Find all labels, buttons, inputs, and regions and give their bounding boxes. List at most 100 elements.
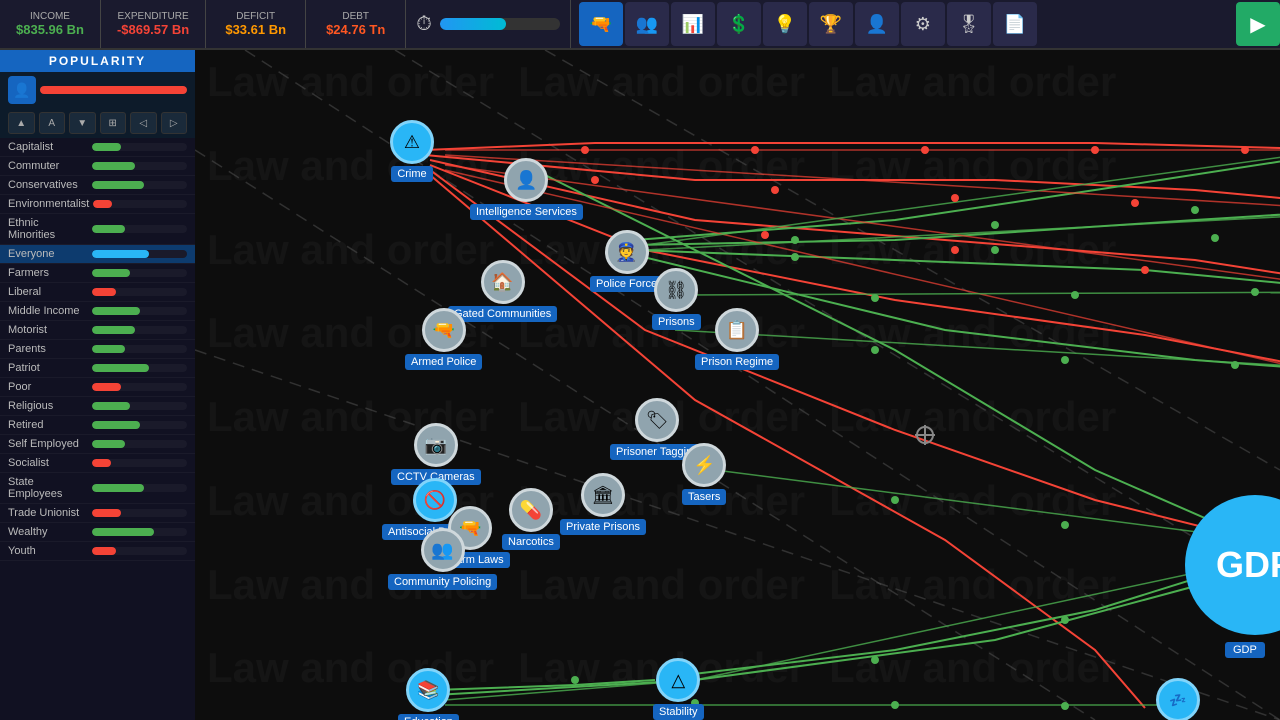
voter-bar-inner <box>92 547 116 555</box>
pop-ctrl-2[interactable]: A <box>39 112 66 134</box>
voter-item-patriot[interactable]: Patriot <box>0 359 195 378</box>
toolbar-btn-law-order[interactable]: 🔫 <box>579 2 623 46</box>
voter-name: State Employees <box>8 476 88 500</box>
voter-item-middle-income[interactable]: Middle Income <box>0 302 195 321</box>
voter-item-trade-unionist[interactable]: Trade Unionist <box>0 504 195 523</box>
voter-bar-outer <box>92 225 187 233</box>
timer-fill <box>440 18 506 30</box>
voter-bar-outer <box>92 459 187 467</box>
node-armed-police[interactable]: 🔫 Armed Police <box>405 308 482 370</box>
tasers-label: Tasers <box>682 489 726 505</box>
node-unemployment[interactable]: 💤 Unemployment <box>1135 678 1221 720</box>
debt-label: DEBT <box>342 11 369 22</box>
voter-item-parents[interactable]: Parents <box>0 340 195 359</box>
node-prisons[interactable]: ⛓ Prisons <box>652 268 701 330</box>
narcotics-icon: 💊 <box>509 488 553 532</box>
popularity-header: POPULARITY <box>0 50 195 72</box>
toolbar-btn-economy-chart[interactable]: 📊 <box>671 2 715 46</box>
voter-bar-outer <box>92 345 187 353</box>
pop-icon: 👤 <box>8 76 36 104</box>
node-crime[interactable]: ⚠ Crime <box>390 120 434 182</box>
voter-name: Retired <box>8 419 88 431</box>
pop-ctrl-5[interactable]: ◁ <box>130 112 157 134</box>
node-tasers[interactable]: ⚡ Tasers <box>682 443 726 505</box>
voter-name: Wealthy <box>8 526 88 538</box>
node-private-prisons[interactable]: 🏛 Private Prisons <box>560 473 646 535</box>
intelligence-icon: 👤 <box>504 158 548 202</box>
node-education[interactable]: 📚 Education <box>398 668 459 720</box>
main-canvas: Law and order Law and order Law and orde… <box>195 50 1280 720</box>
prison-regime-icon: 📋 <box>715 308 759 352</box>
node-stability[interactable]: △ Stability <box>653 658 704 720</box>
voter-bar-outer <box>93 200 187 208</box>
voter-bar-outer <box>92 421 187 429</box>
voter-item-religious[interactable]: Religious <box>0 397 195 416</box>
voter-name: Farmers <box>8 267 88 279</box>
voter-item-retired[interactable]: Retired <box>0 416 195 435</box>
gdp-badge: GDP <box>1225 642 1265 658</box>
toolbar-btn-report[interactable]: 📄 <box>993 2 1037 46</box>
voter-item-wealthy[interactable]: Wealthy <box>0 523 195 542</box>
voter-bar-inner <box>92 181 144 189</box>
pop-ctrl-6[interactable]: ▷ <box>161 112 188 134</box>
pop-ctrl-4[interactable]: ⊞ <box>100 112 127 134</box>
voter-name: Youth <box>8 545 88 557</box>
node-intelligence[interactable]: 👤 Intelligence Services <box>470 158 583 220</box>
voter-bar-outer <box>92 307 187 315</box>
voter-bar-outer <box>92 250 187 258</box>
voter-item-liberal[interactable]: Liberal <box>0 283 195 302</box>
tasers-icon: ⚡ <box>682 443 726 487</box>
community-policing-label: Community Policing <box>388 574 497 590</box>
voter-bar-inner <box>92 326 135 334</box>
voter-item-capitalist[interactable]: Capitalist <box>0 138 195 157</box>
voter-bar-inner <box>92 250 149 258</box>
voter-bar-outer <box>92 547 187 555</box>
voter-item-everyone[interactable]: Everyone <box>0 245 195 264</box>
prison-regime-label: Prison Regime <box>695 354 779 370</box>
voter-name: Capitalist <box>8 141 88 153</box>
prisons-icon: ⛓ <box>654 268 698 312</box>
node-narcotics[interactable]: 💊 Narcotics <box>502 488 560 550</box>
gdp-circle[interactable]: GDP <box>1185 495 1280 635</box>
toolbar-btn-settings[interactable]: ⚙ <box>901 2 945 46</box>
voter-bar-inner <box>92 459 111 467</box>
voter-item-farmers[interactable]: Farmers <box>0 264 195 283</box>
connection-lines <box>195 50 1280 720</box>
pop-slider[interactable] <box>40 86 187 94</box>
voter-item-self-employed[interactable]: Self Employed <box>0 435 195 454</box>
voter-item-poor[interactable]: Poor <box>0 378 195 397</box>
play-button[interactable]: ▶ <box>1236 2 1280 46</box>
node-prison-regime[interactable]: 📋 Prison Regime <box>695 308 779 370</box>
voter-bar-outer <box>92 402 187 410</box>
pop-ctrl-1[interactable]: ▲ <box>8 112 35 134</box>
voter-bar-inner <box>92 345 125 353</box>
toolbar-btn-demographics[interactable]: 👤 <box>855 2 899 46</box>
voter-bar-inner <box>92 383 121 391</box>
education-label: Education <box>398 714 459 720</box>
toolbar-btn-technology[interactable]: 💡 <box>763 2 807 46</box>
voter-item-ethnic-minorities[interactable]: Ethnic Minorities <box>0 214 195 245</box>
voter-bar-outer <box>92 528 187 536</box>
voter-item-state-employees[interactable]: State Employees <box>0 473 195 504</box>
income-block: INCOME $835.96 Bn <box>0 0 101 48</box>
toolbar-btn-social[interactable]: 👥 <box>625 2 669 46</box>
toolbar-btn-achievement[interactable]: 🏆 <box>809 2 853 46</box>
node-cctv[interactable]: 📷 CCTV Cameras <box>391 423 481 485</box>
voter-bar-outer <box>92 383 187 391</box>
voter-item-youth[interactable]: Youth <box>0 542 195 561</box>
voter-bar-outer <box>92 440 187 448</box>
voter-bar-outer <box>92 484 187 492</box>
expenditure-label: EXPENDITURE <box>118 11 189 22</box>
voter-item-commuter[interactable]: Commuter <box>0 157 195 176</box>
toolbar-btn-medals[interactable]: 🎖 <box>947 2 991 46</box>
voter-item-environmentalist[interactable]: Environmentalist <box>0 195 195 214</box>
prisoner-tagging-icon: 🏷 <box>635 398 679 442</box>
voter-item-socialist[interactable]: Socialist <box>0 454 195 473</box>
toolbar-btn-finance[interactable]: 💲 <box>717 2 761 46</box>
voter-item-conservatives[interactable]: Conservatives <box>0 176 195 195</box>
voter-bar-inner <box>92 421 140 429</box>
node-community-policing[interactable]: 👥 Community Policing <box>388 528 497 590</box>
voter-item-motorist[interactable]: Motorist <box>0 321 195 340</box>
voter-name: Parents <box>8 343 88 355</box>
pop-ctrl-3[interactable]: ▼ <box>69 112 96 134</box>
